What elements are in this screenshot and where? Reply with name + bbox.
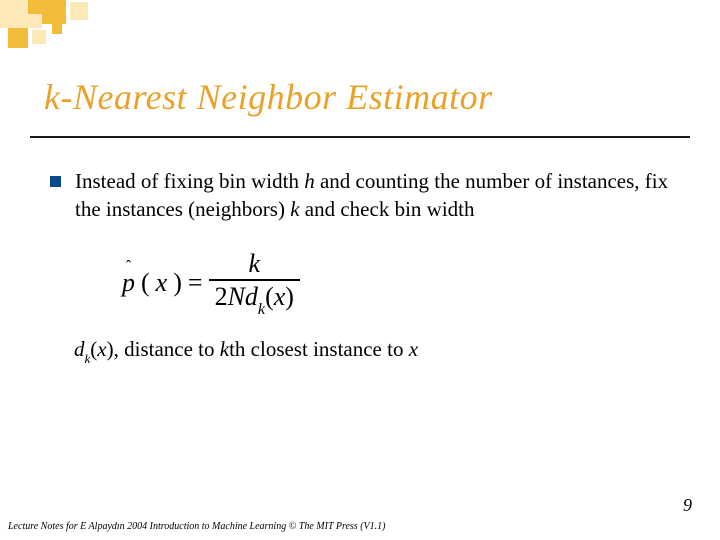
bullet-square-icon (50, 176, 61, 187)
footer-citation: Lecture Notes for E Alpaydın 2004 Introd… (8, 521, 385, 532)
page-number: 9 (683, 495, 692, 516)
title-rule (30, 136, 690, 138)
formula: ˆp(x) = k 2Ndk(x) (122, 251, 670, 315)
formula-explanation: dk(x), distance to kth closest instance … (74, 337, 670, 365)
slide-body: Instead of fixing bin width h and counti… (50, 168, 670, 366)
slide-title: k-Nearest Neighbor Estimator (44, 76, 680, 118)
bullet-item: Instead of fixing bin width h and counti… (50, 168, 670, 223)
corner-decoration (0, 0, 180, 60)
bullet-text: Instead of fixing bin width h and counti… (75, 168, 670, 223)
